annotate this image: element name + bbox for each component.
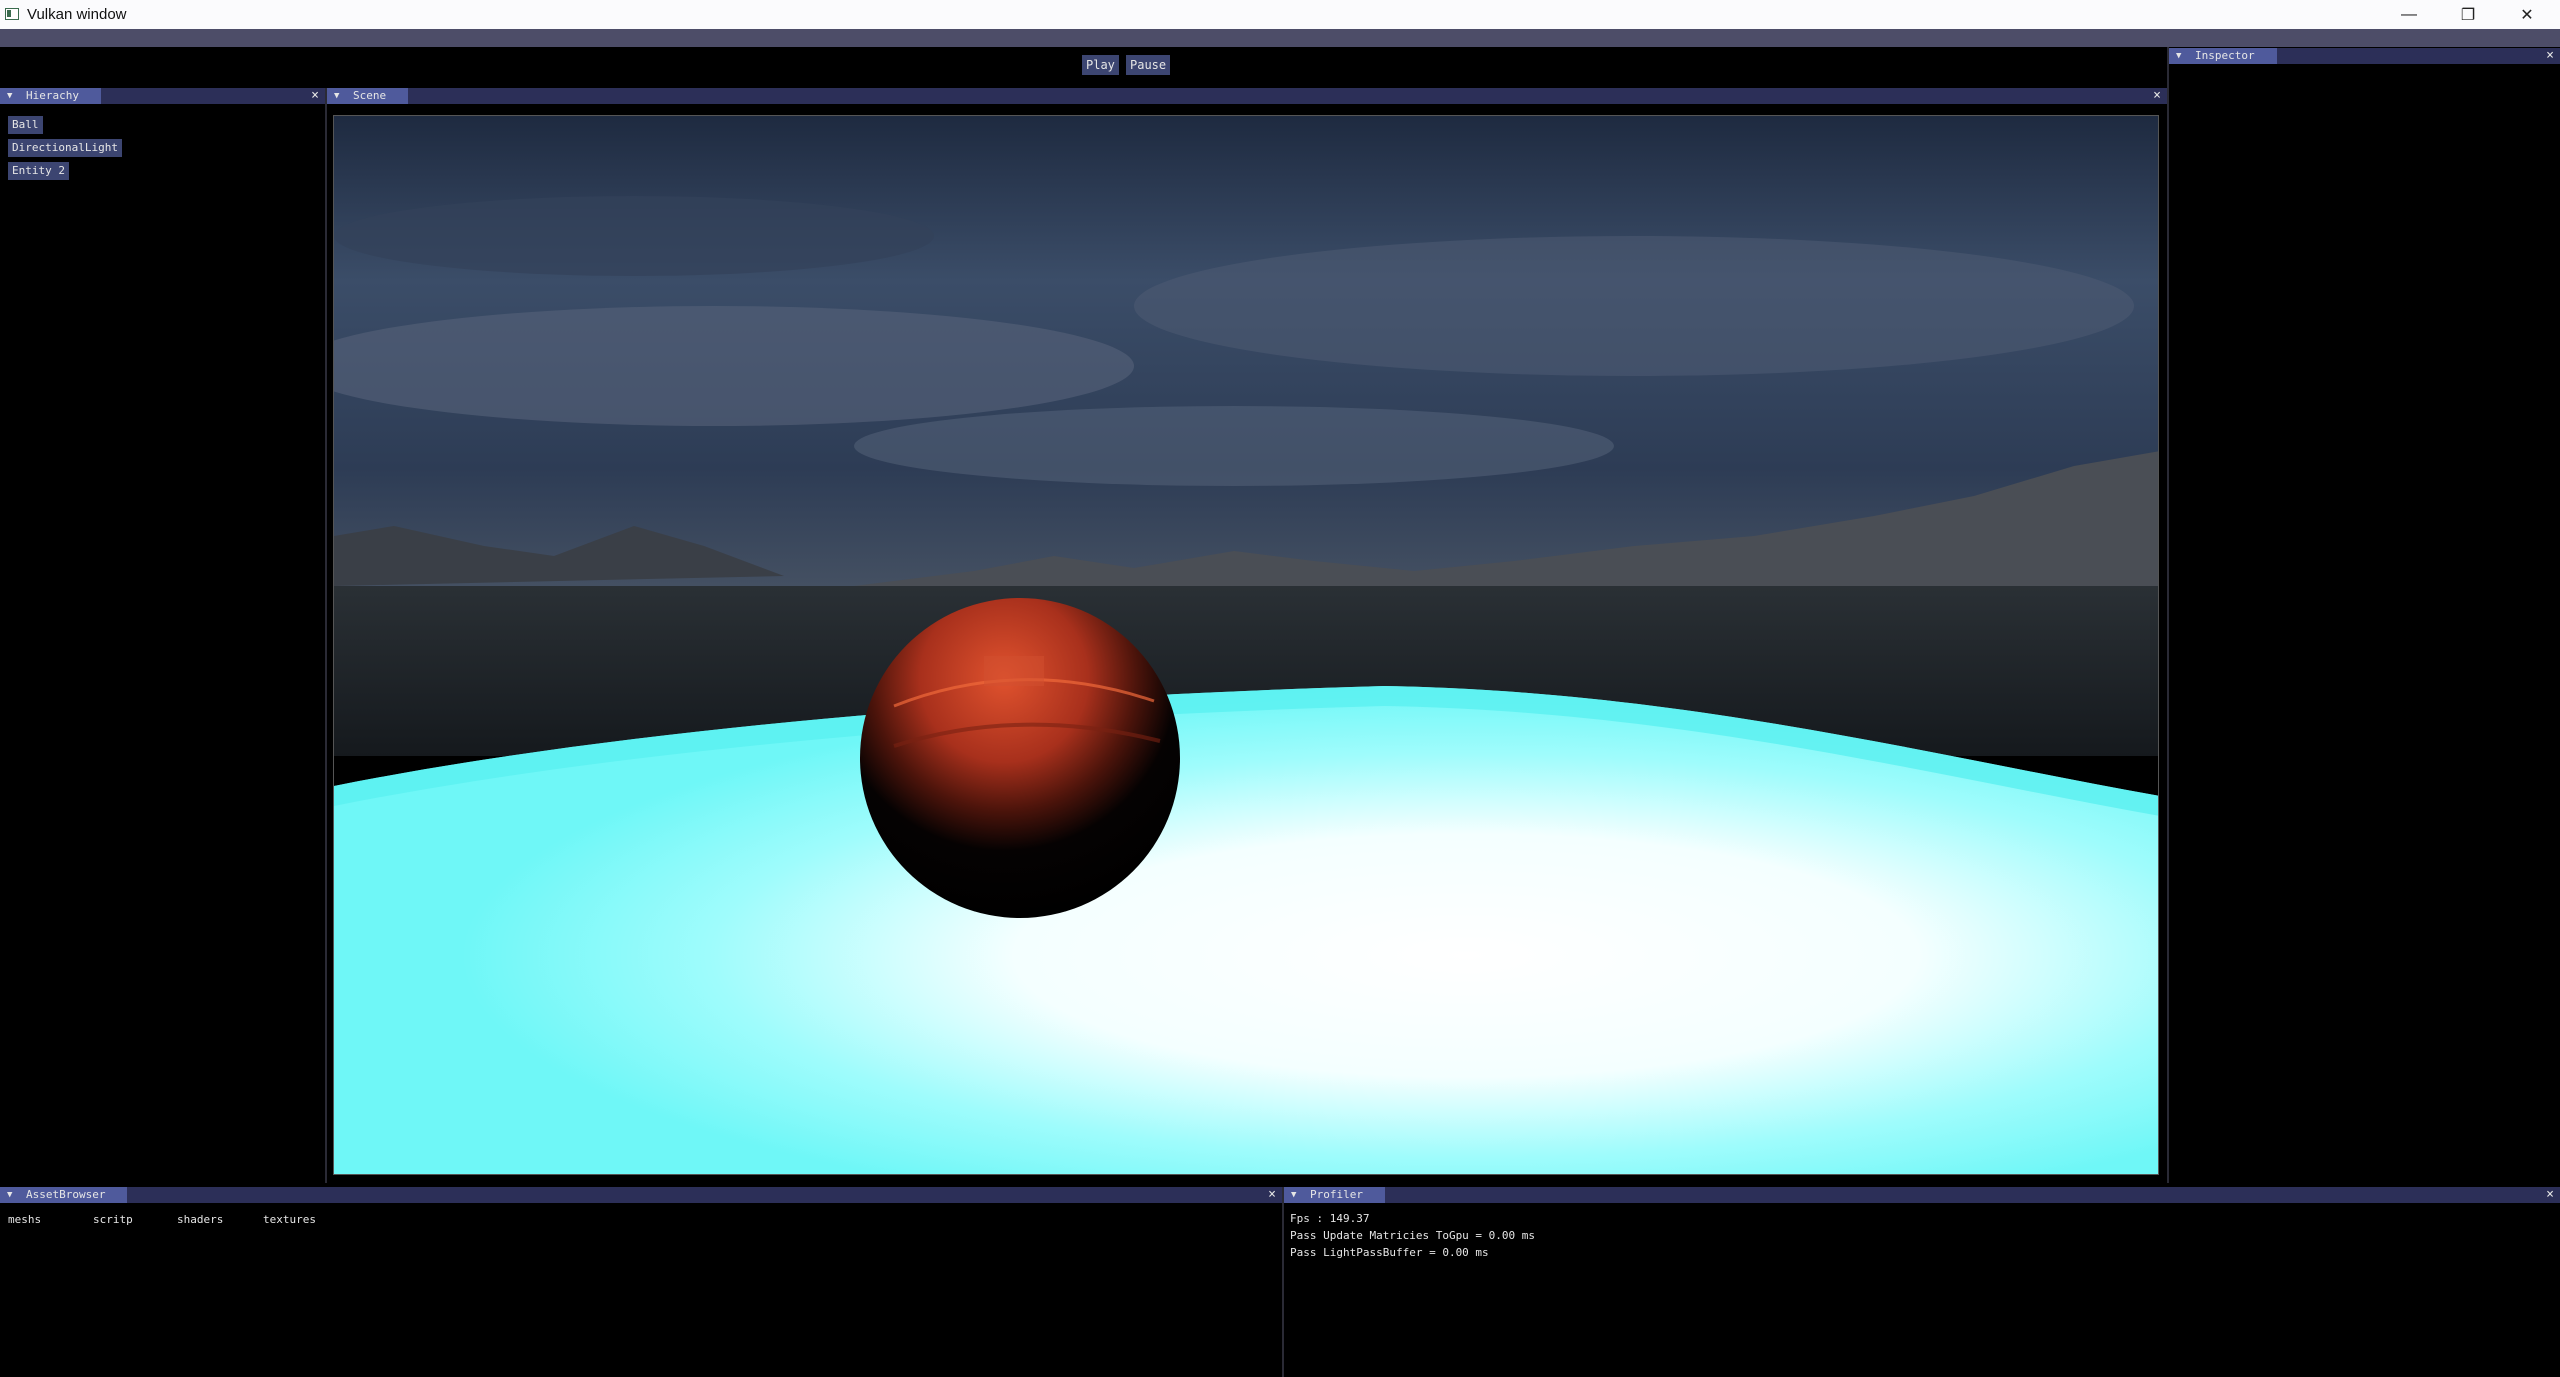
profiler-tabbar: ▼ Profiler ×: [1284, 1187, 2560, 1203]
hierarchy-item-ball[interactable]: Ball: [8, 116, 43, 134]
app-icon: [5, 8, 19, 20]
scene-title: Scene: [353, 89, 387, 102]
asset-folder-shaders[interactable]: shaders: [177, 1213, 223, 1226]
play-button[interactable]: Play: [1082, 55, 1119, 75]
docking-strip: [0, 29, 2560, 47]
collapse-icon[interactable]: ▼: [2176, 48, 2181, 64]
hierarchy-panel: ▼ Hierachy × Ball DirectionalLight Entit…: [0, 88, 325, 1183]
scene-tabbar: ▼ Scene ×: [327, 88, 2167, 104]
pause-button[interactable]: Pause: [1126, 55, 1171, 75]
asset-folder-scritp[interactable]: scritp: [93, 1213, 133, 1226]
minimize-button[interactable]: —: [2381, 0, 2437, 29]
close-window-button[interactable]: ✕: [2499, 0, 2555, 29]
inspector-panel: ▼ Inspector ×: [2169, 48, 2560, 1183]
maximize-button[interactable]: ❐: [2440, 0, 2496, 29]
asset-folder-textures[interactable]: textures: [263, 1213, 316, 1226]
tab-assetbrowser[interactable]: ▼ AssetBrowser: [0, 1187, 128, 1203]
profiler-close-icon[interactable]: ×: [2546, 1187, 2554, 1202]
window-title: Vulkan window: [27, 6, 127, 23]
collapse-icon[interactable]: ▼: [1291, 1187, 1296, 1203]
asset-folder-meshs[interactable]: meshs: [8, 1213, 41, 1226]
toolbar: Play Pause: [0, 47, 2168, 87]
tab-profiler[interactable]: ▼ Profiler: [1284, 1187, 1385, 1203]
assetbrowser-title: AssetBrowser: [26, 1188, 106, 1201]
hierarchy-title: Hierachy: [26, 89, 79, 102]
hierarchy-close-icon[interactable]: ×: [311, 88, 319, 103]
profiler-pass-lightpassbuffer: Pass LightPassBuffer = 0.00 ms: [1290, 1246, 1489, 1259]
hierarchy-item-entity-2[interactable]: Entity 2: [8, 162, 69, 180]
collapse-icon[interactable]: ▼: [7, 1187, 12, 1203]
collapse-icon[interactable]: ▼: [7, 88, 12, 104]
hierarchy-tabbar: ▼ Hierachy ×: [0, 88, 325, 104]
assetbrowser-close-icon[interactable]: ×: [1268, 1187, 1276, 1202]
scene-render: [334, 116, 2158, 1174]
assetbrowser-tabbar: ▼ AssetBrowser ×: [0, 1187, 1282, 1203]
inspector-tabbar: ▼ Inspector ×: [2169, 48, 2560, 64]
window-titlebar: Vulkan window — ❐ ✕: [0, 0, 2560, 29]
profiler-title: Profiler: [1310, 1188, 1363, 1201]
profiler-fps: Fps : 149.37: [1290, 1212, 1370, 1225]
tab-inspector[interactable]: ▼ Inspector: [2169, 48, 2277, 64]
profiler-panel: ▼ Profiler ×: [1284, 1187, 2560, 1377]
inspector-title: Inspector: [2195, 49, 2255, 62]
collapse-icon[interactable]: ▼: [334, 88, 339, 104]
scene-close-icon[interactable]: ×: [2153, 88, 2161, 103]
hierarchy-item-directionallight[interactable]: DirectionalLight: [8, 139, 122, 157]
inspector-close-icon[interactable]: ×: [2546, 48, 2554, 63]
scene-viewport[interactable]: [333, 115, 2159, 1175]
tab-scene[interactable]: ▼ Scene: [327, 88, 409, 104]
tab-hierarchy[interactable]: ▼ Hierachy: [0, 88, 101, 104]
profiler-pass-update-matricies: Pass Update Matricies ToGpu = 0.00 ms: [1290, 1229, 1536, 1242]
